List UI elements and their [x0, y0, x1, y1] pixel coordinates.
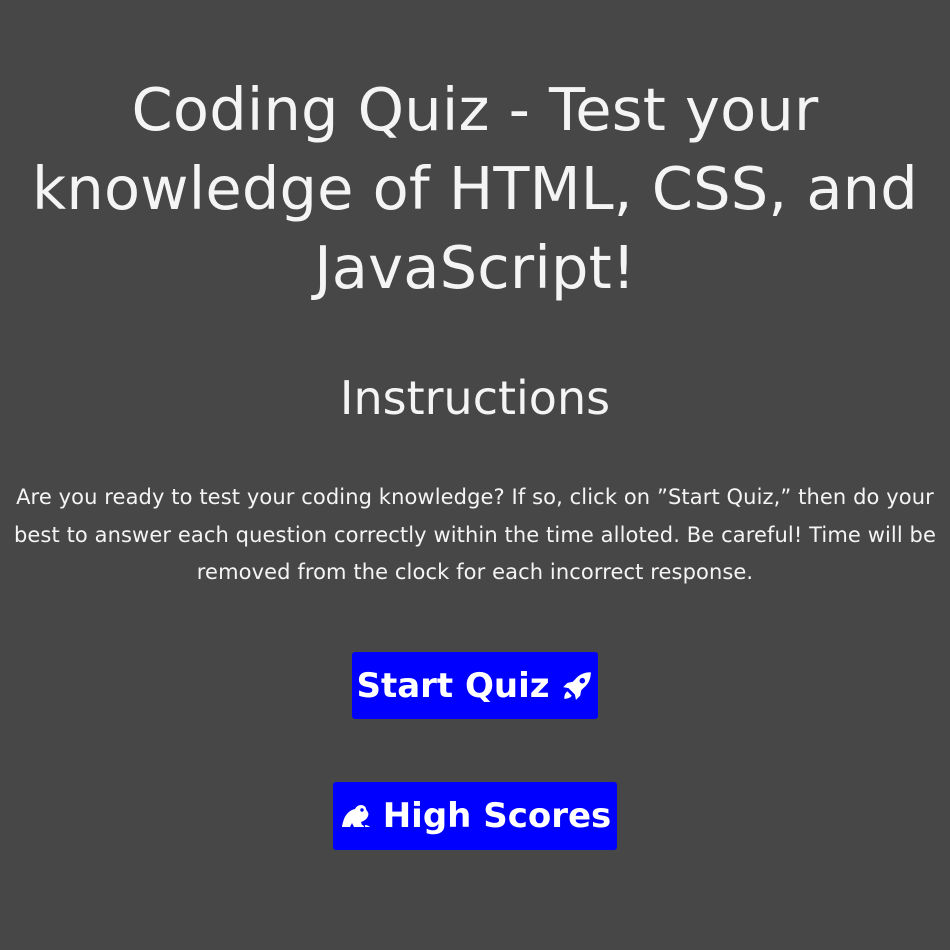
rocket-icon — [560, 669, 594, 703]
start-quiz-label: Start Quiz — [356, 665, 550, 706]
frog-icon — [339, 799, 373, 833]
page-title: Coding Quiz - Test your knowledge of HTM… — [32, 75, 918, 302]
high-scores-label: High Scores — [382, 796, 612, 836]
instructions-heading: Instructions — [339, 371, 611, 425]
quiz-start-page: Coding Quiz - Test your knowledge of HTM… — [0, 0, 950, 950]
start-quiz-button[interactable]: Start Quiz — [352, 652, 598, 719]
instructions-text: Are you ready to test your coding knowle… — [13, 485, 937, 584]
high-scores-button[interactable]: High Scores — [333, 782, 617, 850]
